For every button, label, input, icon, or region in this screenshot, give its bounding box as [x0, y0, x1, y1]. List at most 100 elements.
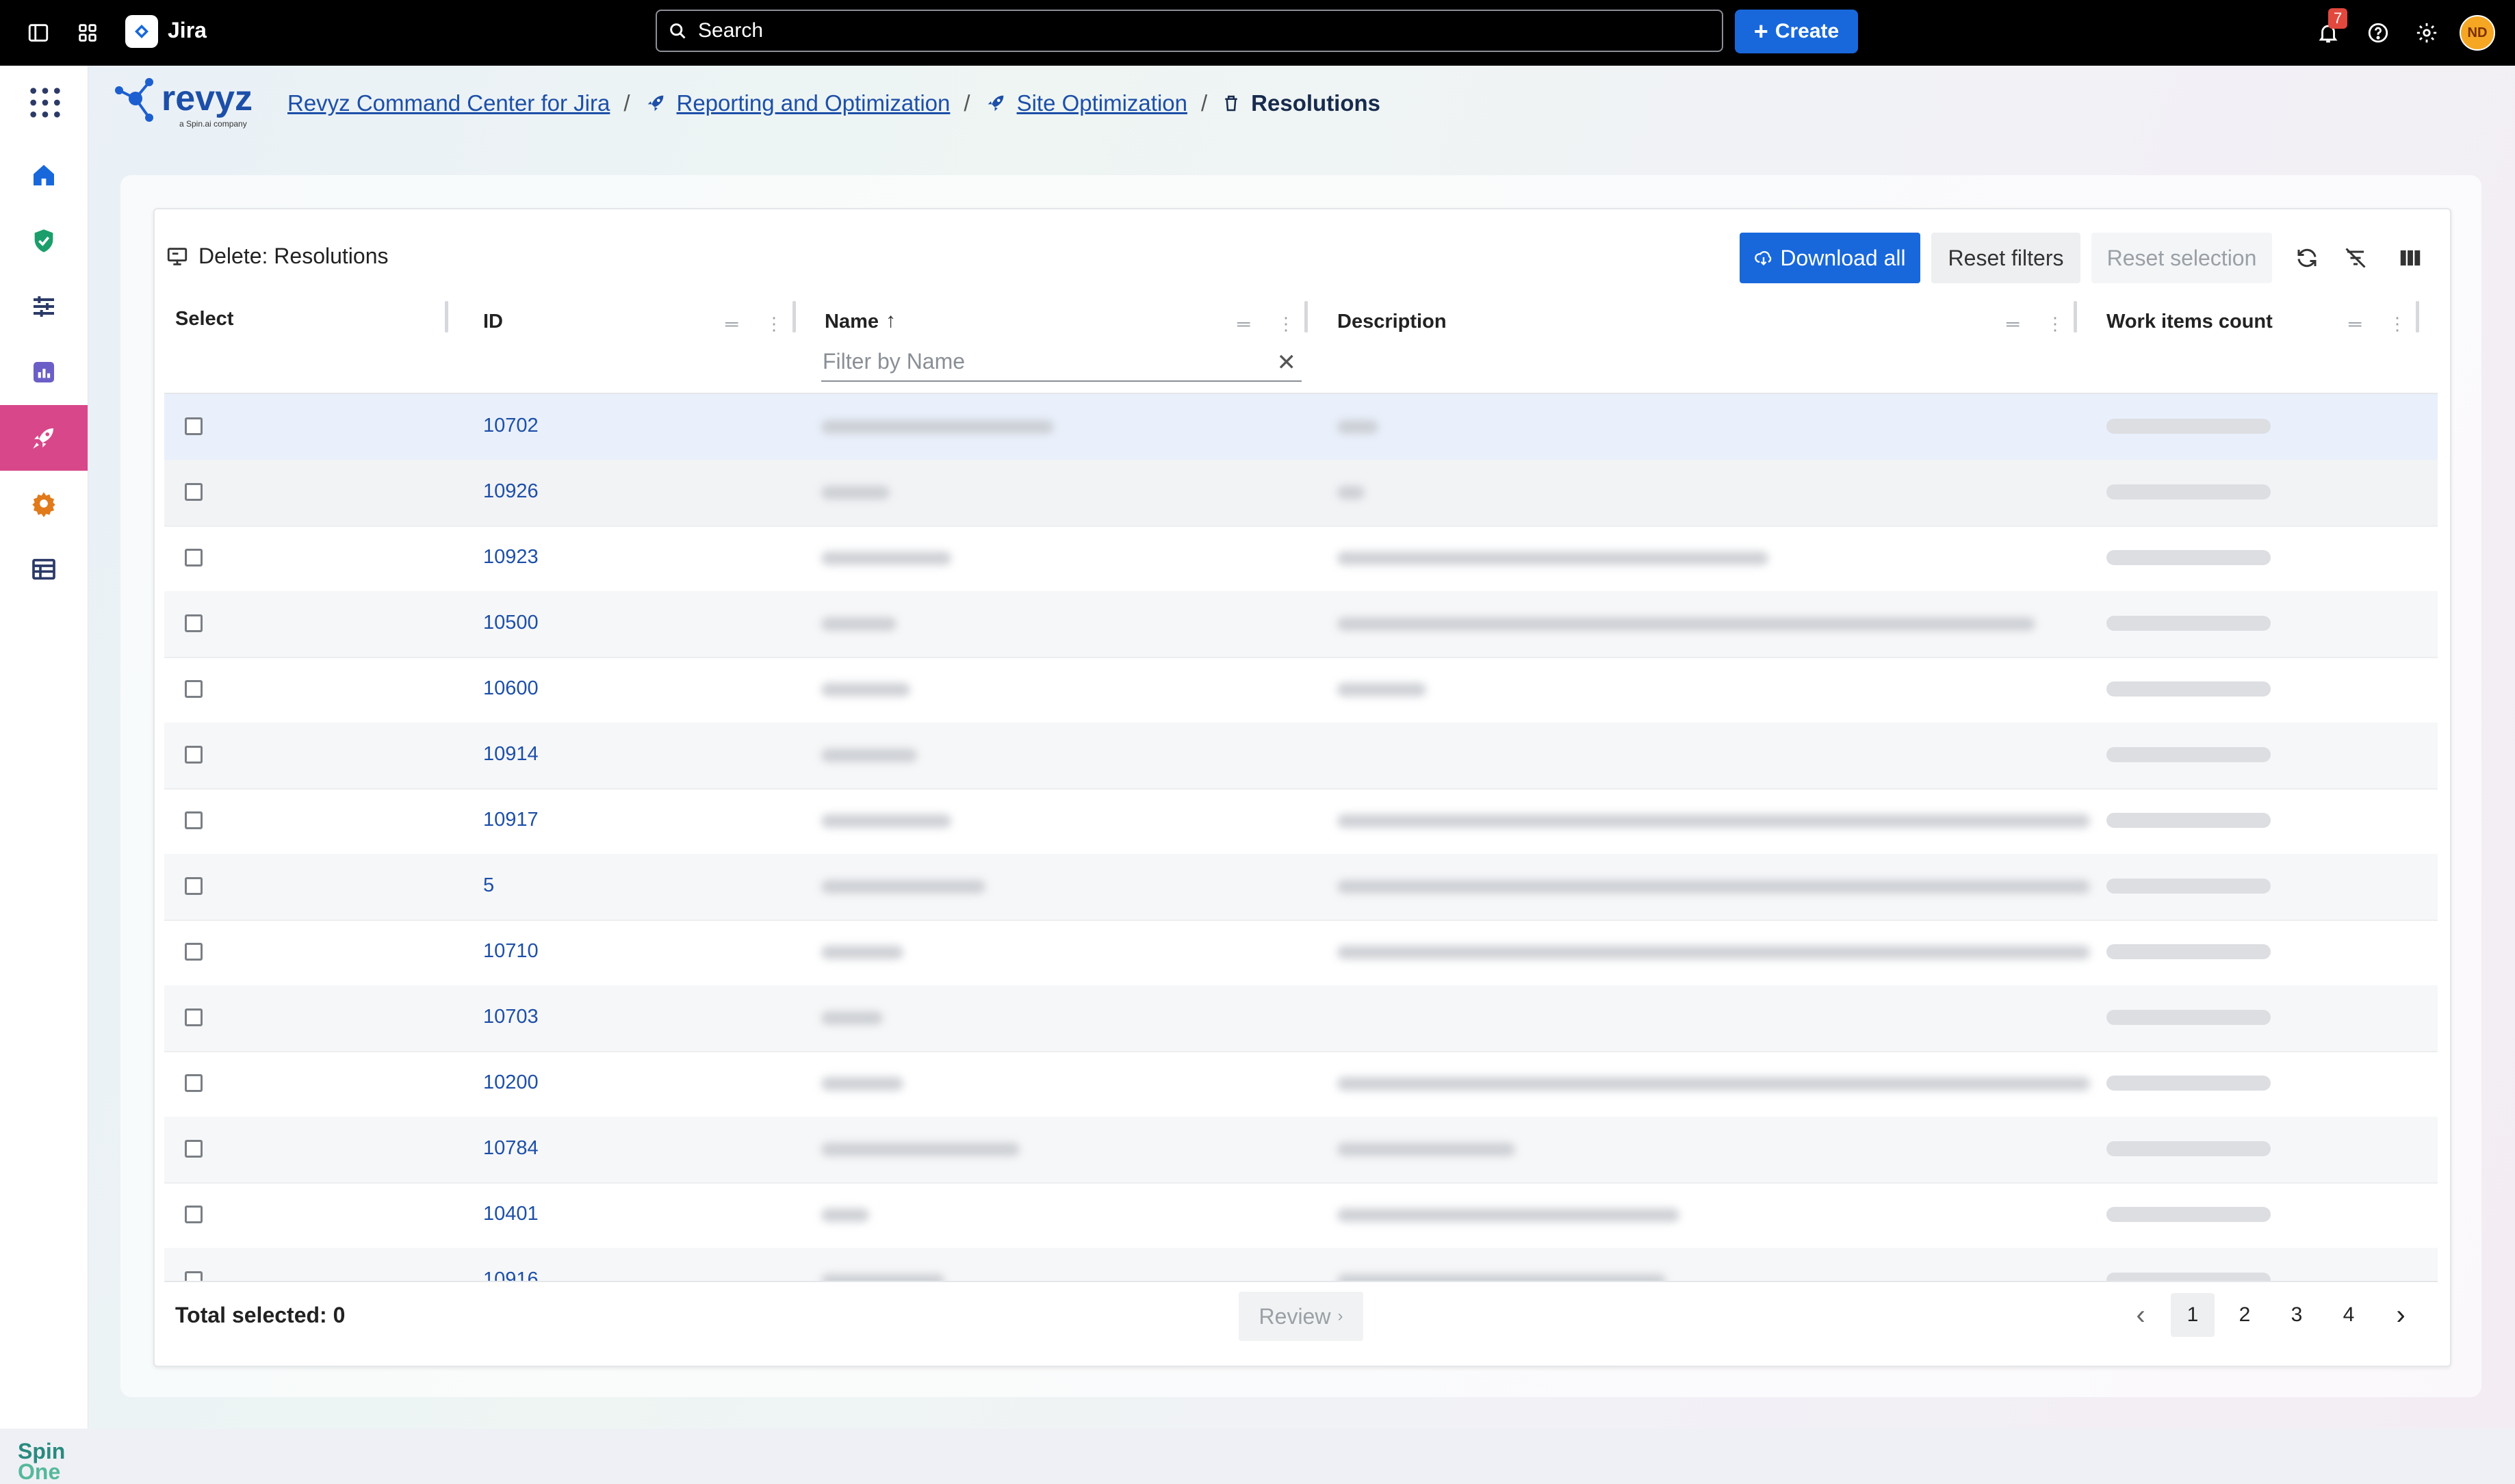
table-row[interactable]: 10916 — [164, 1248, 2438, 1281]
table-row[interactable]: 10703 — [164, 985, 2438, 1052]
column-header-name[interactable]: Name — [825, 311, 879, 333]
table-row[interactable]: 10200 — [164, 1051, 2438, 1118]
row-id-link[interactable]: 10500 — [483, 612, 539, 634]
page-2-button[interactable]: 2 — [2223, 1293, 2267, 1337]
create-button[interactable]: + Create — [1735, 10, 1858, 53]
table-row[interactable]: 10401 — [164, 1182, 2438, 1249]
download-all-button[interactable]: Download all — [1740, 233, 1920, 283]
row-checkbox[interactable] — [185, 877, 203, 895]
row-id-link[interactable]: 10401 — [483, 1203, 539, 1225]
page-3-button[interactable]: 3 — [2275, 1293, 2319, 1337]
row-id-link[interactable]: 10917 — [483, 809, 539, 831]
app-switcher-icon[interactable] — [71, 16, 104, 49]
row-checkbox[interactable] — [185, 549, 203, 567]
row-checkbox[interactable] — [185, 1271, 203, 1281]
sidebar-item-settings[interactable] — [0, 471, 88, 536]
row-checkbox[interactable] — [185, 746, 203, 764]
refresh-icon[interactable] — [2290, 241, 2324, 275]
row-checkbox[interactable] — [185, 1140, 203, 1158]
row-id-link[interactable]: 10784 — [483, 1137, 539, 1160]
sidebar-item-backup[interactable] — [0, 208, 88, 274]
loading-skeleton — [2106, 1010, 2271, 1025]
column-resize-handle[interactable] — [2416, 301, 2419, 333]
clear-filter-icon[interactable] — [2338, 241, 2373, 275]
redacted-description — [1337, 486, 1365, 499]
breadcrumb-command-center[interactable]: Revyz Command Center for Jira — [287, 90, 610, 116]
table-row[interactable]: 10926 — [164, 460, 2438, 527]
column-menu-icon[interactable]: ⋮ — [2046, 313, 2064, 335]
search-input[interactable]: Search — [656, 10, 1723, 52]
column-resize-handle[interactable] — [445, 301, 448, 333]
sidebar-item-configuration[interactable] — [0, 274, 88, 339]
column-resize-handle[interactable] — [2074, 301, 2077, 333]
row-id-link[interactable]: 10600 — [483, 677, 539, 700]
column-menu-icon[interactable]: ⋮ — [2388, 313, 2406, 335]
column-header-description[interactable]: Description — [1337, 311, 1447, 333]
table-row[interactable]: 10600 — [164, 657, 2438, 724]
row-checkbox[interactable] — [185, 417, 203, 435]
sidebar-item-optimization[interactable] — [0, 405, 88, 471]
column-header-id[interactable]: ID — [483, 311, 503, 333]
revyz-logo[interactable]: revyz a Spin.ai company — [108, 74, 253, 132]
row-checkbox[interactable] — [185, 483, 203, 501]
sidebar-item-data-table[interactable] — [0, 536, 88, 602]
column-resize-handle[interactable] — [792, 301, 796, 333]
breadcrumb-reporting-optimization[interactable]: Reporting and Optimization — [677, 90, 951, 116]
drag-handle-icon[interactable]: ═ — [725, 313, 738, 335]
help-icon[interactable] — [2362, 16, 2395, 49]
row-checkbox[interactable] — [185, 614, 203, 632]
sidebar-item-home[interactable] — [0, 142, 88, 208]
sidebar-toggle-icon[interactable] — [22, 16, 55, 49]
row-id-link[interactable]: 5 — [483, 874, 494, 897]
apps-grid-icon[interactable] — [27, 85, 63, 124]
row-checkbox[interactable] — [185, 1008, 203, 1026]
prev-page-chevron-icon[interactable]: ‹ — [2119, 1293, 2163, 1337]
column-menu-icon[interactable]: ⋮ — [765, 313, 783, 335]
table-row[interactable]: 10914 — [164, 723, 2438, 790]
row-id-link[interactable]: 10710 — [483, 940, 539, 963]
row-checkbox[interactable] — [185, 811, 203, 829]
user-avatar[interactable]: ND — [2460, 15, 2495, 51]
column-resize-handle[interactable] — [1304, 301, 1308, 333]
row-checkbox[interactable] — [185, 1206, 203, 1223]
row-id-link[interactable]: 10703 — [483, 1006, 539, 1028]
drag-handle-icon[interactable]: ═ — [2007, 313, 2019, 335]
drag-handle-icon[interactable]: ═ — [2349, 313, 2361, 335]
row-id-link[interactable]: 10916 — [483, 1268, 539, 1281]
row-id-link[interactable]: 10914 — [483, 743, 539, 766]
row-id-link[interactable]: 10926 — [483, 480, 539, 503]
table-row[interactable]: 10784 — [164, 1117, 2438, 1184]
reset-selection-button[interactable]: Reset selection — [2091, 233, 2272, 283]
drag-handle-icon[interactable]: ═ — [1237, 313, 1250, 335]
row-checkbox[interactable] — [185, 680, 203, 698]
column-menu-icon[interactable]: ⋮ — [1277, 313, 1295, 335]
settings-gear-icon[interactable] — [2410, 16, 2443, 49]
table-row[interactable]: 10710 — [164, 920, 2438, 987]
reset-filters-button[interactable]: Reset filters — [1931, 233, 2080, 283]
next-page-chevron-icon[interactable]: › — [2379, 1293, 2423, 1337]
column-header-work-items-count[interactable]: Work items count — [2106, 311, 2273, 333]
table-row[interactable]: 10702 — [164, 394, 2438, 461]
row-checkbox[interactable] — [185, 1074, 203, 1092]
columns-icon[interactable] — [2393, 241, 2427, 275]
table-row[interactable]: 10923 — [164, 525, 2438, 593]
row-id-link[interactable]: 10200 — [483, 1071, 539, 1094]
spinone-logo[interactable]: Spin One — [18, 1440, 65, 1483]
table-row[interactable]: 5 — [164, 854, 2438, 921]
page-1-button[interactable]: 1 — [2171, 1293, 2215, 1337]
name-filter-input[interactable]: Filter by Name ✕ — [821, 345, 1302, 382]
sidebar-item-reports[interactable] — [0, 339, 88, 405]
row-checkbox[interactable] — [185, 943, 203, 961]
page-4-button[interactable]: 4 — [2327, 1293, 2371, 1337]
clear-filter-x-icon[interactable]: ✕ — [1277, 349, 1297, 376]
sort-ascending-icon[interactable]: ↑ — [886, 309, 896, 333]
table-row[interactable]: 10917 — [164, 788, 2438, 855]
app-name[interactable]: Jira — [168, 18, 207, 43]
jira-logo-icon[interactable] — [125, 15, 158, 48]
review-button[interactable]: Review › — [1239, 1292, 1363, 1341]
table-row[interactable]: 10500 — [164, 591, 2438, 658]
breadcrumb-site-optimization[interactable]: Site Optimization — [1017, 90, 1187, 116]
redacted-name — [821, 617, 897, 631]
row-id-link[interactable]: 10923 — [483, 546, 539, 569]
row-id-link[interactable]: 10702 — [483, 415, 539, 437]
